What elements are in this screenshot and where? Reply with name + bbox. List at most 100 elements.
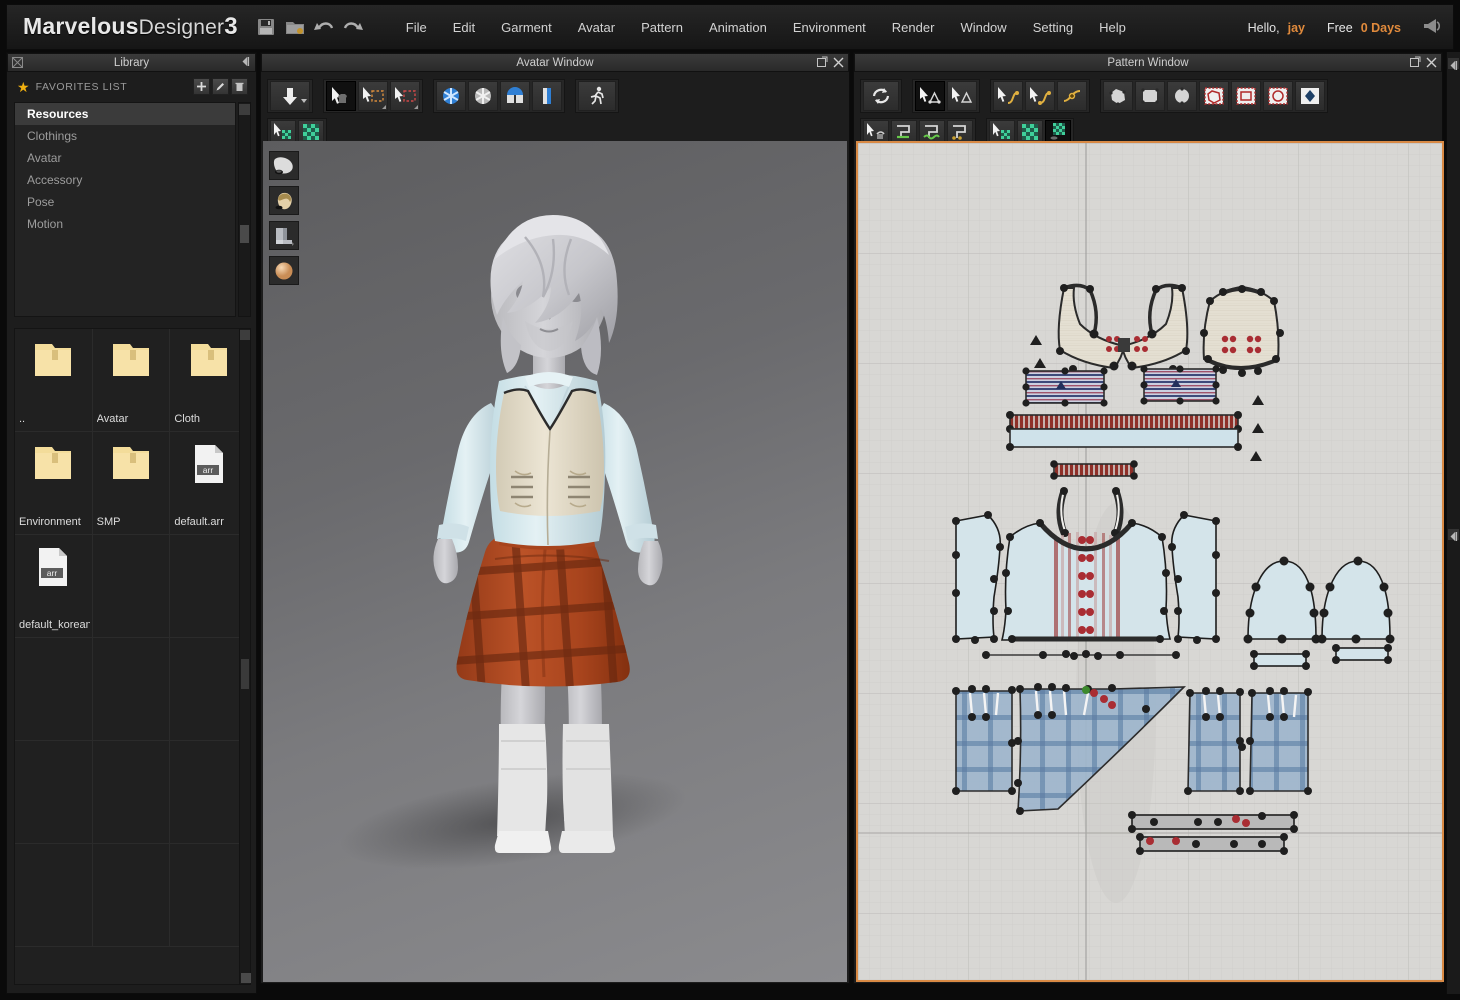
menu-render[interactable]: Render bbox=[879, 14, 948, 41]
inner-circle-tool[interactable] bbox=[1263, 81, 1293, 111]
maximize-icon[interactable] bbox=[1410, 56, 1421, 70]
favorites-header: ★ FAVORITES LIST bbox=[11, 76, 254, 98]
tool-corner-indicator bbox=[382, 105, 386, 109]
select-move-tool[interactable] bbox=[326, 81, 356, 111]
avatar-3d-viewport[interactable] bbox=[263, 141, 847, 982]
avatar-tool-group-animation bbox=[575, 79, 619, 113]
file-cell-default-korean[interactable]: arr default_koreanN bbox=[15, 535, 93, 638]
rectangle-tool[interactable] bbox=[1135, 81, 1165, 111]
pattern-piece-skirt-belt-1[interactable] bbox=[1128, 811, 1298, 833]
menu-pattern[interactable]: Pattern bbox=[628, 14, 696, 41]
menu-environment[interactable]: Environment bbox=[780, 14, 879, 41]
menu-setting[interactable]: Setting bbox=[1020, 14, 1086, 41]
scroll-down-icon[interactable] bbox=[241, 973, 251, 983]
select-mesh-box-tool[interactable] bbox=[358, 81, 388, 111]
pattern-tool-group-curve bbox=[990, 79, 1090, 113]
edit-pattern-tool[interactable] bbox=[947, 81, 977, 111]
animation-tool[interactable] bbox=[578, 81, 616, 111]
collapse-left-icon-top[interactable] bbox=[1448, 58, 1459, 69]
scroll-up-icon[interactable] bbox=[239, 104, 250, 115]
pattern-piece-corset-back[interactable] bbox=[1200, 285, 1284, 377]
maximize-icon[interactable] bbox=[817, 56, 828, 70]
menu-bar: File Edit Garment Avatar Pattern Animati… bbox=[393, 14, 1139, 41]
brand-light: Designer bbox=[139, 16, 225, 39]
polygon-tool[interactable] bbox=[1103, 81, 1133, 111]
pin-tool[interactable] bbox=[532, 81, 562, 111]
undo-icon[interactable] bbox=[314, 17, 334, 37]
account-area: Hello, jay Free 0 Days bbox=[1248, 5, 1443, 51]
file-cell-avatar[interactable]: Avatar bbox=[93, 329, 171, 432]
menu-edit[interactable]: Edit bbox=[440, 14, 488, 41]
title-bar: MarvelousDesigner3 File Edit Garment Ava… bbox=[6, 4, 1454, 50]
avatar-window-title-text: Avatar Window bbox=[516, 57, 593, 69]
pattern-pieces-svg bbox=[858, 143, 1442, 980]
menu-animation[interactable]: Animation bbox=[696, 14, 780, 41]
library-collapse-button[interactable] bbox=[240, 56, 251, 67]
file-name: default_koreanN bbox=[19, 619, 90, 631]
pattern-piece-strap-right[interactable] bbox=[1140, 365, 1219, 404]
inner-rectangle-tool[interactable] bbox=[1231, 81, 1261, 111]
pattern-window-title: Pattern Window bbox=[854, 53, 1442, 72]
redo-icon[interactable] bbox=[343, 17, 363, 37]
folder-icon bbox=[188, 341, 230, 384]
sidebar-item-clothings[interactable]: Clothings bbox=[15, 125, 235, 147]
plus-icon[interactable] bbox=[193, 78, 210, 95]
folder-icon bbox=[32, 444, 74, 487]
gravity-tool[interactable] bbox=[468, 81, 498, 111]
fold-arrange-tool[interactable] bbox=[500, 81, 530, 111]
add-point-tool[interactable] bbox=[1057, 81, 1087, 111]
file-cell-empty bbox=[170, 844, 248, 947]
drop-garment-tool[interactable] bbox=[270, 81, 310, 111]
library-body: ★ FAVORITES LIST Resources Clothings bbox=[11, 76, 254, 991]
file-cell-default-arr[interactable]: arr default.arr bbox=[170, 432, 248, 535]
favorites-scrollbar[interactable] bbox=[238, 102, 251, 317]
sync-pattern-tool[interactable] bbox=[863, 81, 899, 111]
pattern-piece-skirt-panel-3[interactable] bbox=[1184, 687, 1246, 795]
dart-tool[interactable] bbox=[1295, 81, 1325, 111]
file-grid-scrollbar[interactable] bbox=[239, 328, 251, 985]
menu-file[interactable]: File bbox=[393, 14, 440, 41]
scroll-thumb[interactable] bbox=[240, 225, 249, 243]
edit-curve-point-tool[interactable] bbox=[993, 81, 1023, 111]
menu-garment[interactable]: Garment bbox=[488, 14, 565, 41]
scroll-up-icon[interactable] bbox=[240, 330, 250, 340]
file-cell-cloth[interactable]: Cloth bbox=[170, 329, 248, 432]
user-name[interactable]: jay bbox=[1288, 21, 1305, 35]
save-icon[interactable] bbox=[256, 17, 276, 37]
megaphone-icon[interactable] bbox=[1421, 17, 1443, 40]
menu-help[interactable]: Help bbox=[1086, 14, 1139, 41]
menu-avatar[interactable]: Avatar bbox=[565, 14, 628, 41]
inner-polygon-tool[interactable] bbox=[1199, 81, 1229, 111]
close-icon[interactable] bbox=[1426, 57, 1437, 70]
menu-window[interactable]: Window bbox=[947, 14, 1019, 41]
trash-icon[interactable] bbox=[231, 78, 248, 95]
close-icon[interactable] bbox=[833, 57, 844, 70]
file-cell-environment[interactable]: Environment bbox=[15, 432, 93, 535]
pattern-piece-skirt-panel-4[interactable] bbox=[1246, 687, 1312, 795]
pattern-piece-strap-left[interactable] bbox=[1022, 367, 1107, 406]
open-folder-icon[interactable] bbox=[285, 17, 305, 37]
pencil-icon[interactable] bbox=[212, 78, 229, 95]
edit-curvature-tool[interactable] bbox=[1025, 81, 1055, 111]
scroll-thumb[interactable] bbox=[241, 659, 249, 689]
collapse-left-icon-bottom[interactable] bbox=[1448, 529, 1459, 540]
pattern-piece-skirt-panel-1[interactable] bbox=[952, 685, 1016, 795]
sidebar-item-motion[interactable]: Motion bbox=[15, 213, 235, 235]
select-mesh-red-tool[interactable] bbox=[390, 81, 420, 111]
file-cell-empty bbox=[170, 638, 248, 741]
sidebar-item-resources[interactable]: Resources bbox=[15, 103, 235, 125]
pattern-piece-blouse-bodice-center[interactable] bbox=[982, 519, 1180, 660]
file-cell-parent[interactable]: .. bbox=[15, 329, 93, 432]
pattern-tool-group-transform bbox=[912, 79, 980, 113]
pattern-piece-waistband-blue[interactable] bbox=[1006, 429, 1242, 451]
sidebar-item-pose[interactable]: Pose bbox=[15, 191, 235, 213]
circle-tool[interactable] bbox=[1167, 81, 1197, 111]
sidebar-item-accessory[interactable]: Accessory bbox=[15, 169, 235, 191]
chevron-down-icon[interactable] bbox=[301, 99, 307, 103]
file-cell-smp[interactable]: SMP bbox=[93, 432, 171, 535]
pattern-canvas[interactable] bbox=[856, 141, 1444, 982]
pattern-piece-skirt-belt-2[interactable] bbox=[1136, 833, 1288, 855]
simulate-tool[interactable] bbox=[436, 81, 466, 111]
transform-pattern-tool[interactable] bbox=[915, 81, 945, 111]
sidebar-item-avatar[interactable]: Avatar bbox=[15, 147, 235, 169]
